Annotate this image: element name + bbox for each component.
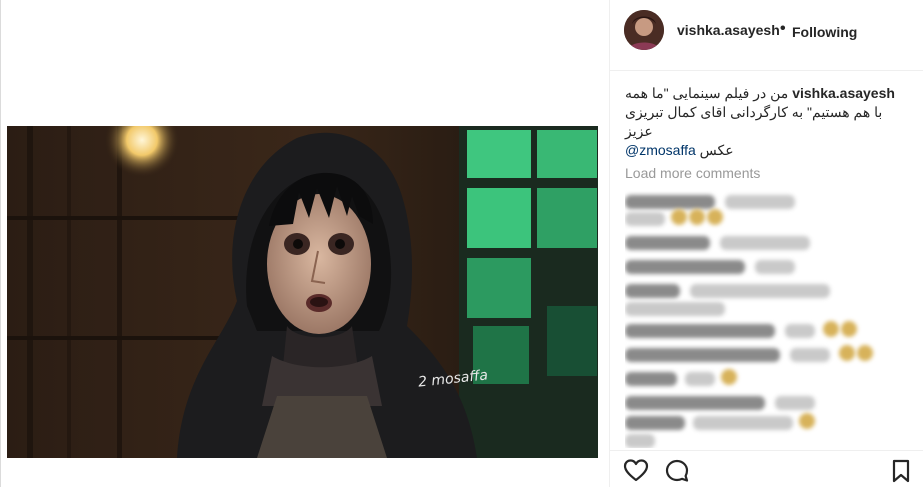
caption-line-3: عزیز	[625, 123, 653, 139]
comment-text	[755, 260, 795, 274]
caption-line-1: من در فیلم سینمایی "ما همه	[625, 85, 789, 101]
comment-text	[690, 284, 830, 298]
comment-username	[625, 416, 685, 430]
actions-divider	[610, 450, 923, 451]
comment-username	[625, 372, 677, 386]
comment-text	[785, 324, 815, 338]
comment-text	[775, 396, 815, 410]
comment-text	[625, 434, 655, 448]
blurred-comments	[625, 190, 910, 448]
mention-link[interactable]: @zmosaffa	[625, 142, 696, 158]
comment-username	[625, 396, 765, 410]
comment-username	[625, 236, 710, 250]
comment-username	[625, 324, 775, 338]
comment-username	[625, 260, 745, 274]
comment-text	[625, 302, 725, 316]
header-divider	[610, 70, 923, 71]
caption-line-2: با هم هستیم" به کارگردانی اقای کمال تبری…	[625, 104, 883, 120]
emoji-icon	[671, 209, 687, 225]
comment-text	[720, 236, 810, 250]
comment-username	[625, 195, 715, 209]
emoji-icon	[839, 345, 855, 361]
post-photo[interactable]: 2 mosaffa	[7, 126, 598, 458]
emoji-icon	[721, 369, 737, 385]
comment-text	[625, 212, 665, 226]
avatar[interactable]	[624, 10, 664, 50]
caption-username[interactable]: vishka.asayesh	[792, 85, 895, 101]
photo-illustration	[7, 126, 598, 458]
emoji-icon	[707, 209, 723, 225]
action-bar	[610, 455, 923, 487]
separator-dot: •	[780, 20, 786, 37]
caption-line-4: عکس	[699, 142, 734, 158]
comment-text	[790, 348, 830, 362]
photo-pane: 2 mosaffa	[1, 0, 609, 487]
post-sidebar: vishka.asayesh • Following vishka.asayes…	[610, 0, 923, 487]
emoji-icon	[841, 321, 857, 337]
emoji-icon	[857, 345, 873, 361]
heart-icon[interactable]	[623, 458, 649, 484]
following-button[interactable]: Following	[792, 24, 857, 40]
avatar-image	[624, 10, 664, 50]
comment-username	[625, 348, 780, 362]
comment-icon[interactable]	[664, 458, 690, 484]
post-header: vishka.asayesh • Following	[610, 0, 923, 70]
bookmark-icon[interactable]	[888, 458, 914, 484]
comment-text	[685, 372, 715, 386]
load-more-comments[interactable]: Load more comments	[625, 165, 760, 181]
header-username[interactable]: vishka.asayesh	[677, 22, 780, 38]
emoji-icon	[799, 413, 815, 429]
post-caption: vishka.asayesh من در فیلم سینمایی "ما هم…	[625, 84, 915, 160]
emoji-icon	[689, 209, 705, 225]
comment-text	[693, 416, 793, 430]
comment-text	[725, 195, 795, 209]
emoji-icon	[823, 321, 839, 337]
comment-username	[625, 284, 680, 298]
